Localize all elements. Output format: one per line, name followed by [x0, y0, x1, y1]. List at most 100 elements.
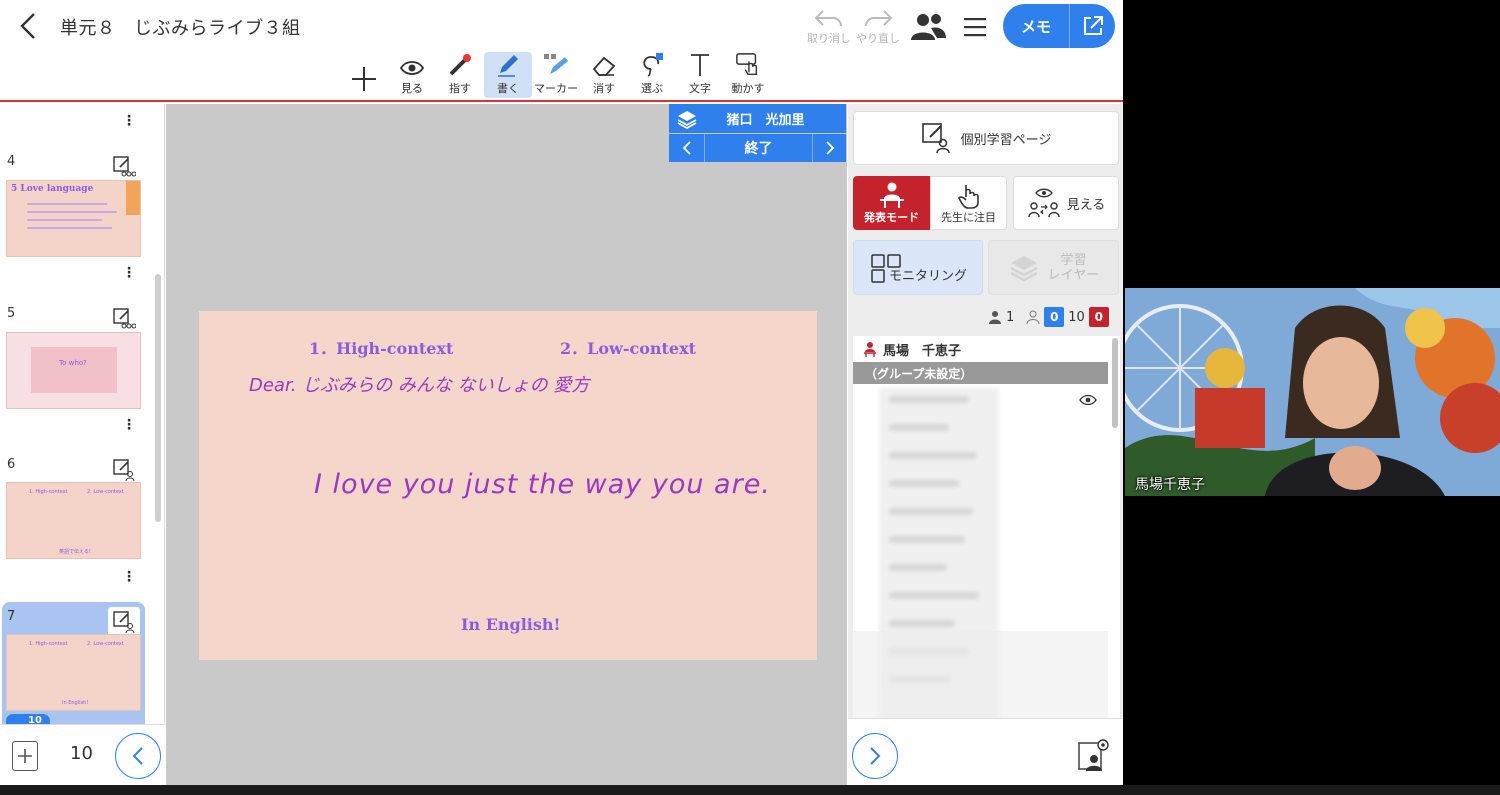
user-edit-icon [921, 123, 950, 154]
redo-label: やり直し [856, 32, 900, 45]
hand-pointer-icon [957, 185, 979, 209]
redo-icon [865, 10, 893, 27]
more-options-icon[interactable]: ⋮ [122, 266, 136, 280]
presenter-next-button[interactable] [812, 134, 846, 162]
tool-move[interactable]: 動かす [724, 52, 772, 98]
slide-thumbnail-6[interactable]: 1. High-context 2. Low-context 英語で伝える! [6, 482, 141, 559]
chevron-left-icon [20, 13, 35, 39]
visibility-label: 見える [1066, 197, 1106, 213]
learning-layer-button: 学習 レイヤー [988, 240, 1119, 295]
more-options-icon[interactable]: ⋮ [122, 114, 136, 128]
pen-icon [498, 55, 518, 77]
drawing-toolbar: 見る 指す 書く マーカー 消す 選ぶ 文字 動かす [340, 52, 772, 100]
chevron-right-icon [870, 747, 881, 765]
app-header: 単元８ じぶみらライブ３組 取り消し やり直し メモ 見る 指す 書く マーカー… [0, 0, 1123, 102]
memo-button[interactable]: メモ [1003, 4, 1069, 48]
slide-number: 6 [7, 457, 16, 472]
tool-write-label: 書く [497, 82, 519, 95]
hand-move-icon [736, 53, 758, 75]
external-link-icon [1083, 16, 1103, 35]
thumb-heading-1: 1. High-context [29, 489, 68, 495]
count-badge-blue: 0 [1044, 307, 1065, 327]
presenter-nav: 終了 [669, 134, 846, 162]
tool-write[interactable]: 書く [484, 52, 532, 98]
tool-add[interactable] [340, 52, 388, 98]
student-person-icon [1026, 310, 1040, 324]
presentation-mode-label: 発表モード [864, 211, 919, 224]
expand-panel-button[interactable] [852, 733, 898, 779]
tool-point-label: 指す [449, 82, 471, 95]
tool-select[interactable]: 選ぶ [628, 52, 676, 98]
participant-list[interactable]: 馬場 千恵子 （グループ未設定） [853, 336, 1120, 718]
tool-point[interactable]: 指す [436, 52, 484, 98]
user-settings-button[interactable] [1077, 737, 1111, 773]
current-slide[interactable]: 1．High-context 2．Low-context Dear. じぶみらの… [199, 311, 817, 660]
eye-icon[interactable] [1079, 391, 1097, 410]
teacher-person-icon [989, 311, 1001, 324]
layers-icon [669, 109, 705, 129]
slide-thumbnail-4[interactable]: 5 Love language [6, 180, 141, 257]
presenter-icon [879, 182, 904, 208]
slide-thumbnail-7[interactable]: 1. High-context 2. Low-context In Englis… [6, 634, 141, 711]
back-button[interactable] [14, 10, 44, 42]
participant-list-scrollbar[interactable] [1112, 338, 1118, 428]
tool-text[interactable]: 文字 [676, 52, 724, 98]
slide-number: 4 [7, 154, 16, 169]
tool-text-label: 文字 [689, 82, 711, 95]
thumb-heading-1: 1. High-context [29, 641, 68, 647]
slide-thumbnail-panel: ⋮ 4 5 Love language ⋮ 5 To who? ⋮ 6 1. H… [0, 104, 165, 785]
attendance-counts: 1 0 10 0 [988, 306, 1109, 328]
teacher-row[interactable]: 馬場 千恵子 [853, 336, 1113, 362]
group-edit-icon[interactable] [108, 304, 140, 334]
redo-button[interactable]: やり直し [854, 8, 902, 46]
collapse-panel-button[interactable] [115, 733, 161, 779]
highlighter-icon [544, 54, 568, 74]
slide-thumbnail-5[interactable]: To who? [6, 332, 141, 409]
thumb-title: 5 Love language [11, 184, 94, 194]
chevron-right-icon [825, 141, 834, 155]
end-presentation-button[interactable]: 終了 [705, 134, 812, 162]
learning-layer-label-1: 学習 [1060, 252, 1087, 268]
eye-icon [399, 61, 425, 75]
right-control-panel: 個別学習ページ 発表モード 先生に注目 見える モニタリング 学習 レイヤー 1… [848, 104, 1123, 785]
thumbnail-list[interactable]: ⋮ 4 5 Love language ⋮ 5 To who? ⋮ 6 1. H… [0, 104, 165, 724]
student-count: 10 [1068, 309, 1085, 325]
participants-button[interactable] [909, 10, 947, 44]
undo-label: 取り消し [807, 32, 851, 45]
user-edit-icon[interactable] [108, 455, 140, 485]
participant-video-tile[interactable]: 馬場千恵子 [1125, 288, 1500, 496]
group-edit-icon[interactable] [108, 152, 140, 182]
user-edit-icon[interactable] [108, 607, 140, 637]
add-slide-button[interactable] [12, 741, 38, 771]
tool-marker[interactable]: マーカー [532, 52, 580, 98]
thumb-footer: 英語で伝える! [59, 549, 91, 555]
visibility-button[interactable]: 見える [1013, 176, 1119, 230]
monitoring-label: モニタリング [888, 269, 967, 284]
canvas-area[interactable]: 1．High-context 2．Low-context Dear. じぶみらの… [166, 104, 847, 785]
learning-layer-label-2: レイヤー [1047, 267, 1100, 283]
individual-study-page-label: 個別学習ページ [960, 132, 1052, 148]
right-panel-footer [848, 718, 1123, 785]
menu-button[interactable] [960, 12, 992, 42]
undo-button[interactable]: 取り消し [806, 8, 852, 46]
tool-erase[interactable]: 消す [580, 52, 628, 98]
tool-view[interactable]: 見る [388, 52, 436, 98]
presenter-prev-button[interactable] [669, 134, 705, 162]
teacher-attention-button[interactable]: 先生に注目 [930, 176, 1007, 230]
tool-marker-label: マーカー [534, 82, 578, 95]
thumb-footer: In English! [62, 700, 89, 706]
presentation-mode-button[interactable]: 発表モード [853, 176, 930, 230]
more-options-icon[interactable]: ⋮ [122, 418, 136, 432]
page-title: 単元８ じぶみらライブ３組 [60, 18, 301, 39]
page-count: 10 [70, 743, 93, 764]
open-external-button[interactable] [1069, 4, 1115, 48]
presenter-header: 猪口 光加里 [669, 104, 846, 133]
eye-users-icon [1027, 188, 1060, 218]
monitoring-button[interactable]: モニタリング [853, 240, 983, 295]
lasso-icon [643, 53, 663, 77]
individual-study-page-button[interactable]: 個別学習ページ [853, 111, 1119, 165]
thumbnail-footer: 10 [0, 724, 165, 785]
thumbnail-scrollbar[interactable] [155, 274, 161, 522]
more-options-icon[interactable]: ⋮ [122, 570, 136, 584]
teacher-icon [864, 342, 876, 357]
